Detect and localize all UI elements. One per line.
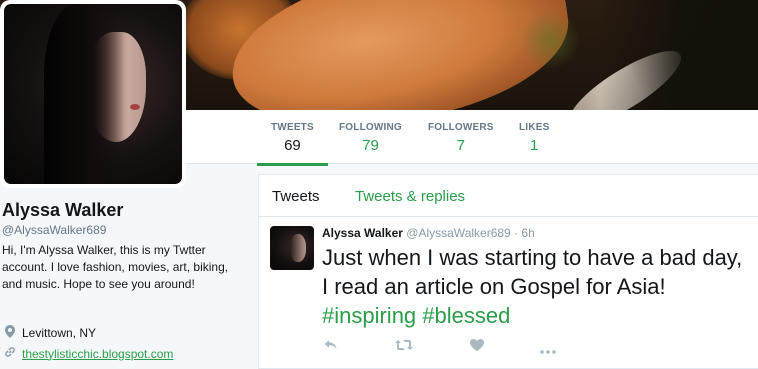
- tweet[interactable]: Alyssa Walker @AlyssaWalker689 · 6h Just…: [259, 217, 758, 367]
- stat-likes[interactable]: LIKES 1: [519, 122, 549, 154]
- stat-value: 7: [456, 137, 466, 154]
- tweet-body: Just when I was starting to have a bad d…: [322, 245, 743, 299]
- tweet-separator: ·: [514, 226, 519, 240]
- reply-icon[interactable]: [324, 338, 338, 354]
- stat-label: LIKES: [519, 122, 550, 133]
- link-icon: [4, 346, 16, 361]
- hashtag-inspiring[interactable]: #inspiring: [322, 303, 416, 328]
- tab-tweets[interactable]: Tweets: [272, 188, 320, 205]
- website-link[interactable]: thestylisticchic.blogspot.com: [22, 347, 173, 361]
- stat-followers[interactable]: FOLLOWERS 7: [428, 122, 494, 154]
- avatar-image: [4, 4, 182, 184]
- tweet-avatar[interactable]: [270, 226, 314, 270]
- stat-tweets[interactable]: TWEETS 69: [257, 122, 328, 166]
- stat-label: TWEETS: [271, 122, 314, 133]
- avatar-lip: [130, 104, 140, 110]
- retweet-icon[interactable]: [395, 338, 413, 354]
- stat-following[interactable]: FOLLOWING 79: [339, 122, 402, 154]
- profile-bio: Hi, I'm Alyssa Walker, this is my Twtter…: [2, 243, 229, 291]
- tweet-text: Just when I was starting to have a bad d…: [322, 243, 754, 330]
- more-icon[interactable]: [540, 341, 556, 357]
- tweet-timestamp[interactable]: 6h: [521, 226, 534, 240]
- heart-icon[interactable]: [470, 338, 484, 354]
- profile-handle[interactable]: @AlyssaWalker689: [2, 223, 106, 237]
- stat-value: 79: [362, 137, 379, 154]
- stat-value: 1: [530, 137, 539, 154]
- stat-label: FOLLOWING: [339, 122, 402, 133]
- tweet-header: Alyssa Walker @AlyssaWalker689 · 6h: [322, 226, 535, 240]
- timeline: Tweets Tweets & replies Alyssa Walker @A…: [258, 174, 758, 369]
- profile-name[interactable]: Alyssa Walker: [2, 200, 123, 221]
- profile-avatar[interactable]: [0, 0, 186, 188]
- stat-label: FOLLOWERS: [428, 122, 494, 133]
- banner-foliage: [520, 10, 580, 70]
- tab-tweets-replies[interactable]: Tweets & replies: [355, 188, 465, 205]
- stat-value: 69: [284, 137, 301, 154]
- tweet-author-handle[interactable]: @AlyssaWalker689: [406, 226, 510, 240]
- timeline-tabs: Tweets Tweets & replies: [259, 175, 758, 217]
- hashtag-blessed[interactable]: #blessed: [422, 303, 510, 328]
- profile-website: thestylisticchic.blogspot.com: [4, 346, 173, 361]
- location-text: Levittown, NY: [22, 326, 97, 340]
- banner-shadow: [600, 0, 758, 110]
- profile-location: Levittown, NY: [4, 325, 96, 341]
- tweet-author-name[interactable]: Alyssa Walker: [322, 226, 403, 240]
- avatar-hair: [44, 4, 124, 184]
- map-pin-icon: [4, 325, 16, 341]
